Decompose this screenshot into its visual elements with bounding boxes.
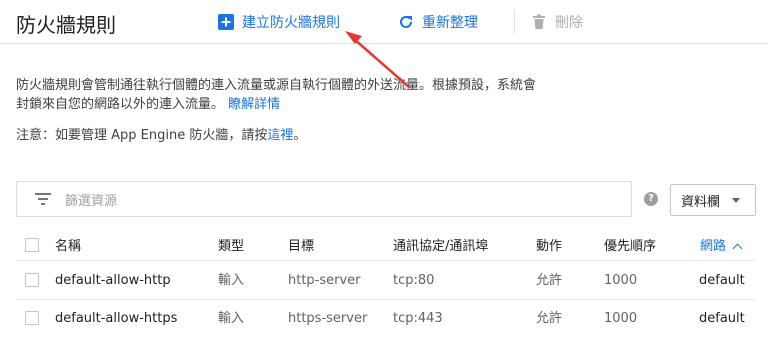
- column-header-name[interactable]: 名稱: [55, 239, 81, 255]
- row-checkbox[interactable]: [25, 311, 39, 325]
- delete-button[interactable]: 刪除: [531, 12, 583, 32]
- help-icon[interactable]: ?: [644, 192, 658, 206]
- note-prefix: 注意：如要管理 App Engine 防火牆，請按: [16, 128, 268, 143]
- rule-protocols: tcp:443: [393, 311, 443, 326]
- filter-list-icon: [35, 193, 51, 205]
- column-header-action[interactable]: 動作: [536, 239, 562, 255]
- column-header-protocols[interactable]: 通訊協定/通訊埠: [393, 239, 488, 255]
- refresh-icon: [400, 15, 412, 28]
- trash-icon: [533, 14, 545, 29]
- table-divider: [16, 260, 756, 261]
- rule-targets: https-server: [288, 311, 368, 326]
- columns-label: 資料欄: [681, 194, 721, 210]
- refresh-label: 重新整理: [422, 15, 478, 31]
- column-header-priority[interactable]: 優先順序: [604, 239, 656, 255]
- description-text: 防火牆規則會管制通往執行個體的連入流量或源自執行個體的外送流量。根據預設，系統會…: [16, 76, 536, 114]
- delete-label: 刪除: [555, 15, 583, 31]
- filter-placeholder: 篩選資源: [65, 193, 118, 209]
- column-header-type[interactable]: 類型: [218, 239, 244, 255]
- add-box-icon: [218, 14, 234, 30]
- learn-more-link[interactable]: 瞭解詳情: [228, 97, 280, 112]
- page-title: 防火牆規則: [16, 13, 116, 37]
- create-firewall-rule-button[interactable]: 建立防火牆規則: [218, 12, 340, 32]
- app-engine-note: 注意：如要管理 App Engine 防火牆，請按這裡。: [16, 124, 306, 143]
- rule-type: 輸入: [218, 311, 245, 326]
- rule-priority: 1000: [604, 273, 638, 288]
- sort-ascending-icon: [732, 243, 743, 254]
- rule-targets: http-server: [288, 273, 361, 288]
- rule-network-link[interactable]: default: [699, 273, 745, 289]
- caret-down-icon: [732, 197, 741, 203]
- table-row-divider: [16, 299, 756, 300]
- rule-priority: 1000: [604, 311, 638, 326]
- toolbar-divider: [514, 10, 515, 34]
- column-header-network[interactable]: 網路: [700, 239, 743, 255]
- rule-type: 輸入: [218, 273, 245, 288]
- rule-network-link[interactable]: default: [699, 311, 745, 327]
- rule-action: 允許: [536, 311, 563, 326]
- columns-dropdown-button[interactable]: 資料欄: [670, 184, 756, 216]
- rule-action: 允許: [536, 273, 563, 288]
- column-header-targets[interactable]: 目標: [288, 239, 314, 255]
- select-all-checkbox[interactable]: [25, 238, 39, 252]
- create-firewall-rule-label: 建立防火牆規則: [242, 15, 340, 31]
- rule-name-link[interactable]: default-allow-https: [55, 311, 177, 327]
- filter-input[interactable]: 篩選資源: [16, 181, 632, 217]
- page-header: 防火牆規則 建立防火牆規則 重新整理 刪除: [0, 0, 768, 44]
- rule-name-link[interactable]: default-allow-http: [55, 273, 171, 289]
- rule-protocols: tcp:80: [393, 273, 435, 288]
- row-checkbox[interactable]: [25, 273, 39, 287]
- column-header-network-label: 網路: [700, 239, 727, 254]
- note-suffix: 。: [293, 128, 307, 143]
- refresh-button[interactable]: 重新整理: [398, 12, 478, 32]
- app-engine-here-link[interactable]: 這裡: [267, 128, 293, 143]
